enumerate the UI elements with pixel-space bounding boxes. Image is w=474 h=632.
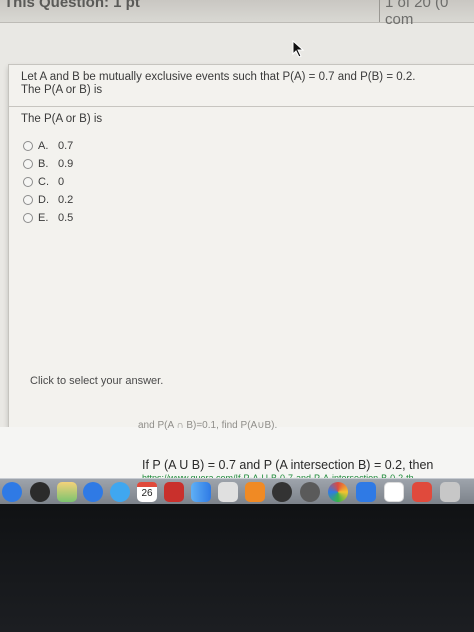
powerpoint-icon[interactable] <box>356 482 376 502</box>
notes-icon[interactable] <box>384 482 404 502</box>
question-panel: Let A and B be mutually exclusive events… <box>8 64 474 428</box>
option-value: 0.5 <box>58 212 74 224</box>
calendar-day: 26 <box>141 488 153 499</box>
search-result-title[interactable]: If P (A U B) = 0.7 and P (A intersection… <box>142 458 433 472</box>
question-separator <box>9 106 474 107</box>
answer-prompt: The P(A or B) is <box>21 113 103 125</box>
chrome-icon[interactable] <box>300 482 320 502</box>
dock: 26 <box>0 478 474 505</box>
photos-booth-icon[interactable] <box>164 482 184 502</box>
select-answer-hint: Click to select your answer. <box>30 375 164 387</box>
maps-icon[interactable] <box>57 482 77 502</box>
option-a[interactable]: A. 0.7 <box>23 137 73 155</box>
radio-button-icon[interactable] <box>23 177 33 187</box>
finder-icon[interactable] <box>191 482 211 502</box>
option-value: 0.7 <box>58 140 74 152</box>
option-e[interactable]: E. 0.5 <box>23 209 73 227</box>
radio-button-icon[interactable] <box>23 141 33 151</box>
question-text-line-2: The P(A or B) is <box>21 84 103 96</box>
option-letter: E. <box>38 212 49 224</box>
question-counter: 1 of 20 (0 com <box>385 0 449 28</box>
background-text: and P(A ∩ B)=0.1, find P(A∪B). <box>138 420 278 431</box>
question-points-title: This Question: 1 pt <box>4 0 140 11</box>
settings-icon[interactable] <box>245 482 265 502</box>
messages-icon[interactable] <box>110 482 130 502</box>
option-value: 0.2 <box>58 194 74 206</box>
option-value: 0.9 <box>58 158 74 170</box>
option-c[interactable]: C. 0 <box>23 173 73 191</box>
trash-icon[interactable] <box>440 482 460 502</box>
answer-options: A. 0.7 B. 0.9 C. 0 D. 0.2 E. 0.5 <box>23 137 73 227</box>
header-divider <box>379 0 380 22</box>
option-b[interactable]: B. 0.9 <box>23 155 73 173</box>
option-value: 0 <box>58 176 65 188</box>
radio-button-icon[interactable] <box>23 159 33 169</box>
question-text: Let A and B be mutually exclusive events… <box>21 71 461 97</box>
system-icon[interactable] <box>30 482 50 502</box>
radio-button-icon[interactable] <box>23 195 33 205</box>
photos-icon[interactable] <box>328 482 348 502</box>
question-header: This Question: 1 pt 1 of 20 (0 com <box>0 0 474 28</box>
itunes-icon[interactable] <box>272 482 292 502</box>
calendar-icon[interactable]: 26 <box>137 482 157 502</box>
monitor-bezel <box>0 504 474 632</box>
option-d[interactable]: D. 0.2 <box>23 191 73 209</box>
option-letter: D. <box>38 194 49 206</box>
option-letter: B. <box>38 158 49 170</box>
radio-button-icon[interactable] <box>23 213 33 223</box>
option-letter: A. <box>38 140 49 152</box>
mouse-cursor-icon <box>292 40 305 58</box>
option-letter: C. <box>38 176 49 188</box>
question-text-line-1: Let A and B be mutually exclusive events… <box>21 71 416 83</box>
safari-icon[interactable] <box>83 482 103 502</box>
app-store-icon[interactable] <box>2 482 22 502</box>
launchpad-icon[interactable] <box>218 482 238 502</box>
music-icon[interactable] <box>412 482 432 502</box>
